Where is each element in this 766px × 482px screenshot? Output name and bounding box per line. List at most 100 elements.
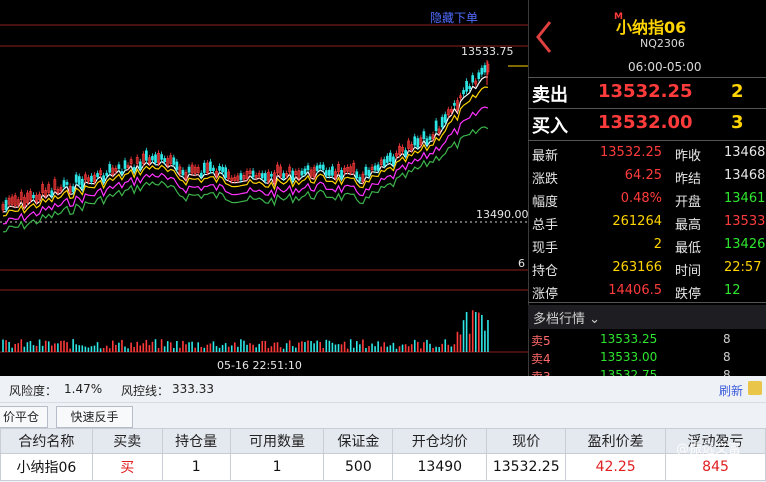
candle-body	[187, 166, 191, 173]
volume-bar	[41, 345, 44, 352]
volume-bar	[157, 348, 160, 352]
candle-body	[434, 120, 438, 132]
ref-price-label: 13490.00	[476, 208, 529, 221]
volume-bar	[365, 348, 367, 352]
volume-bar	[166, 341, 169, 352]
chart-canvas	[0, 24, 528, 353]
buy-row[interactable]: 买入 13532.00 3	[528, 109, 766, 139]
volume-bar	[435, 346, 437, 352]
volume-bar	[17, 343, 20, 352]
multi-level-header[interactable]: 多档行情 ⌄	[528, 305, 766, 329]
volume-bar	[26, 342, 29, 352]
candle-body	[160, 154, 163, 160]
candle-body	[440, 117, 444, 128]
column-header[interactable]: 买卖	[91, 428, 163, 454]
column-header[interactable]: 合约名称	[0, 428, 93, 454]
candle-body	[358, 176, 362, 182]
book-price: 13533.00	[600, 350, 658, 364]
column-header[interactable]: 开仓均价	[392, 428, 488, 454]
stat-value: 13461	[724, 191, 766, 206]
volume-bar	[212, 341, 215, 352]
volume-bar	[288, 340, 291, 352]
refresh-link[interactable]: 刷新	[719, 382, 743, 399]
volume-bar	[295, 347, 297, 352]
volume-bar	[371, 343, 373, 352]
stat-label: 涨跌	[532, 172, 559, 187]
volume-bar	[487, 319, 489, 352]
table-row[interactable]: 小纳指06 买 1 1 500 13490 13532.25 42.25 845	[0, 453, 766, 481]
volume-bar	[481, 314, 483, 352]
volume-bar	[304, 342, 306, 352]
volume-bar	[182, 340, 184, 352]
volume-bar	[142, 343, 145, 352]
volume-bar	[343, 341, 346, 352]
table-cell: 500	[323, 453, 394, 481]
candle-body	[355, 171, 359, 179]
stat-label: 持仓	[532, 264, 559, 279]
volume-bar	[407, 346, 410, 352]
candle-body	[263, 173, 267, 182]
volume-bar	[478, 312, 480, 352]
volume-bar	[404, 344, 407, 352]
candle-body	[62, 180, 66, 188]
candle-body	[154, 154, 157, 163]
close-at-price-button[interactable]: 价平仓	[0, 406, 48, 428]
column-header[interactable]: 保证金	[323, 428, 394, 454]
candle-body	[132, 167, 136, 172]
stat-label: 最低	[675, 241, 702, 256]
risk-label: 风险度：	[9, 384, 58, 398]
candle-body	[425, 138, 429, 145]
volume-bar	[32, 345, 35, 352]
risk-value: 1.47%	[64, 382, 103, 396]
table-cell: 小纳指06	[0, 453, 93, 481]
stat-value: 12	[724, 283, 741, 298]
candle-body	[221, 166, 224, 173]
sell-qty: 2	[731, 81, 744, 102]
candle-body	[120, 171, 124, 175]
volume-bar	[444, 339, 447, 352]
trading-hours: 06:00-05:00	[628, 60, 702, 74]
column-header[interactable]: 盈利价差	[565, 428, 667, 454]
book-side: 卖5	[531, 334, 551, 348]
high-price-label: 13533.75	[461, 45, 514, 58]
candle-body	[163, 158, 166, 163]
volume-bar	[179, 347, 181, 352]
hide-order-link[interactable]: 隐藏下单	[430, 9, 478, 26]
volume-bar	[380, 346, 382, 352]
crosshair-time-label: 05-16 22:51:10	[217, 359, 302, 372]
volume-bar	[243, 340, 245, 352]
volume-bar	[44, 340, 47, 352]
volume-bar	[267, 348, 270, 352]
column-header[interactable]: 持仓量	[161, 428, 231, 454]
candle-body	[199, 172, 203, 177]
candle-body	[202, 162, 206, 173]
candle-body	[385, 155, 389, 163]
volume-bar	[2, 339, 4, 352]
volume-bar	[145, 339, 148, 352]
volume-bar	[258, 343, 260, 352]
volume-bar	[206, 344, 209, 352]
risk-bar: 风险度： 1.47% 风控线： 333.33	[0, 376, 766, 403]
sell-row[interactable]: 卖出 13532.25 2	[528, 78, 766, 108]
volume-bar	[133, 347, 135, 352]
candle-body	[90, 175, 93, 182]
column-header[interactable]: 现价	[486, 428, 567, 454]
back-arrow-icon[interactable]	[535, 20, 553, 54]
volume-bar	[11, 347, 13, 352]
quick-reverse-button[interactable]: 快速反手	[56, 406, 133, 428]
candle-body	[181, 169, 185, 176]
volume-bar	[118, 342, 120, 352]
volume-bar	[474, 312, 477, 352]
candlestick-chart[interactable]	[0, 0, 528, 376]
candle-body	[453, 102, 456, 106]
settings-icon[interactable]	[748, 381, 762, 395]
volume-bar	[234, 342, 236, 352]
stat-label: 开盘	[675, 195, 702, 210]
stat-value: 13532.25	[599, 145, 662, 160]
volume-bar	[322, 348, 325, 352]
candle-body	[422, 131, 426, 140]
stat-value: 2	[653, 237, 662, 252]
column-header[interactable]: 可用数量	[229, 428, 325, 454]
stat-label: 最高	[675, 218, 702, 233]
candle-body	[328, 169, 331, 176]
